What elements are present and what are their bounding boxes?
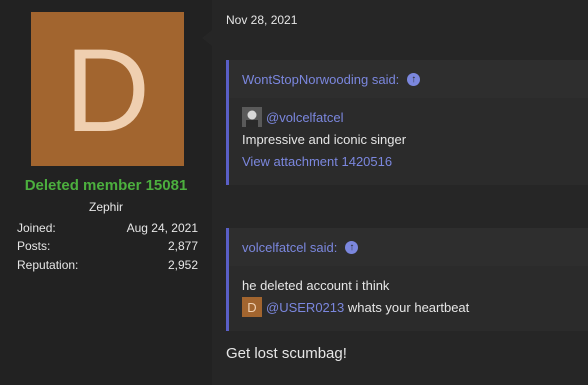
quote-text: Impressive and iconic singer: [242, 131, 407, 147]
message-arrow: [202, 30, 212, 46]
mention-suffix: whats your heartbeat: [344, 299, 470, 315]
stat-reputation: Reputation: 2,952: [17, 258, 198, 272]
stat-value: 2,877: [167, 239, 198, 253]
quote-header[interactable]: WontStopNorwooding said: ↑: [229, 60, 588, 98]
user-panel: D Deleted member 15081 Zephir Joined: Au…: [0, 0, 212, 385]
arrow-up-icon[interactable]: ↑: [407, 72, 421, 86]
stat-value: Aug 24, 2021: [126, 221, 198, 235]
quote-block: volcelfatcel said: ↑ he deleted account …: [226, 228, 588, 331]
avatar-letter: D: [64, 25, 151, 157]
stat-posts: Posts: 2,877: [17, 239, 198, 253]
stat-value: 2,952: [167, 258, 198, 272]
quote-mention-line: @volcelfatcel: [242, 107, 578, 127]
reply-text: Get lost scumbag!: [226, 345, 347, 362]
post-date[interactable]: Nov 28, 2021: [226, 13, 297, 27]
mini-avatar[interactable]: [242, 107, 262, 127]
user-title: Zephir: [88, 200, 123, 214]
quote-body: he deleted account i think D @USER0213 w…: [229, 266, 588, 317]
quote-mention-line: D @USER0213 whats your heartbeat: [242, 297, 578, 317]
stat-label: Joined:: [17, 221, 56, 235]
quote-author[interactable]: volcelfatcel said:: [242, 240, 337, 255]
avatar[interactable]: D: [31, 12, 184, 166]
mention-link[interactable]: @volcelfatcel: [266, 110, 344, 125]
quote-text: he deleted account i think: [242, 277, 390, 293]
arrow-up-icon[interactable]: ↑: [345, 240, 359, 254]
quote-body: @volcelfatcel Impressive and iconic sing…: [229, 98, 588, 170]
username[interactable]: Deleted member 15081: [0, 177, 212, 194]
stat-label: Reputation:: [17, 258, 79, 272]
stat-joined: Joined: Aug 24, 2021: [17, 221, 198, 235]
mention-link[interactable]: @USER0213: [266, 300, 344, 315]
quote-block: WontStopNorwooding said: ↑ @volcelfatcel…: [226, 60, 588, 185]
user-photo-icon: [242, 107, 262, 127]
attachment-link[interactable]: View attachment 1420516: [242, 152, 578, 170]
quote-header[interactable]: volcelfatcel said: ↑: [229, 228, 588, 266]
stat-label: Posts:: [17, 239, 51, 253]
quote-author[interactable]: WontStopNorwooding said:: [242, 72, 399, 87]
mini-avatar[interactable]: D: [242, 297, 262, 317]
